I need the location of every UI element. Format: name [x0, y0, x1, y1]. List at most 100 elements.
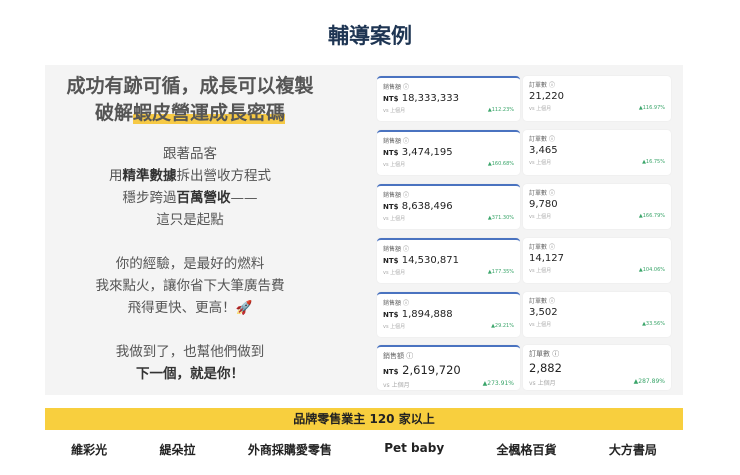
compare-label: vs 上個月 [529, 214, 552, 220]
sales-growth: ▲273.91% [482, 380, 514, 387]
text-segment: 這只是起點 [156, 212, 224, 228]
orders-growth: ▲33.56% [642, 321, 665, 327]
orders-label: 訂單數 ⓘ [529, 82, 555, 89]
orders-label: 訂單數 ⓘ [529, 298, 555, 305]
currency: NT$ [383, 203, 399, 211]
orders-growth: ▲166.79% [638, 213, 665, 219]
emphasis-text: 精準數據 [122, 168, 177, 184]
section-title: 輔導案例 [328, 24, 412, 48]
case-panel: 成功有跡可循，成長可以複製 破解蝦皮營運成長密碼 跟著品客用精準數據拆出營收方程… [45, 65, 683, 395]
compare-label: vs 上個月 [383, 382, 410, 389]
headline-line2: 破解蝦皮營運成長密碼 [45, 100, 335, 127]
compare-label: vs 上個月 [383, 270, 406, 276]
brand-name: Pet baby [384, 441, 445, 455]
text-segment: 用 [109, 168, 123, 184]
sales-value: NT$ 3,474,195 [383, 147, 453, 158]
text-segment: 拆出營收方程式 [176, 168, 272, 184]
compare-label: vs 上個月 [529, 268, 552, 274]
compare-label: vs 上個月 [529, 106, 552, 112]
text-segment: 穩步跨過 [122, 190, 177, 206]
info-icon: ⓘ [548, 244, 555, 251]
para1-line: 用精準數據拆出營收方程式 [45, 165, 335, 187]
orders-growth: ▲287.89% [633, 378, 665, 385]
orders-label: 訂單數 ⓘ [529, 136, 555, 143]
orders-card: 訂單數 ⓘ 3,502 vs 上個月 ▲33.56% [523, 292, 671, 337]
orders-card: 訂單數 ⓘ 2,882 vs 上個月 ▲287.89% [523, 345, 671, 390]
sales-value: NT$ 14,530,871 [383, 255, 459, 266]
sales-label: 銷售額 ⓘ [383, 138, 409, 145]
headline-line1: 成功有跡可循，成長可以複製 [66, 75, 314, 97]
info-icon: ⓘ [402, 192, 409, 199]
sales-value: NT$ 1,894,888 [383, 309, 453, 320]
para3-cta: 下一個，就是你！ [45, 363, 335, 385]
info-icon: ⓘ [548, 190, 555, 197]
compare-label: vs 上個月 [529, 322, 552, 328]
paragraph-1: 跟著品客 用精準數據拆出營收方程式 穩步跨過百萬營收—— 這只是起點 [45, 143, 335, 231]
headline-highlight: 蝦皮營運成長密碼 [133, 102, 286, 124]
orders-card: 訂單數 ⓘ 21,220 vs 上個月 ▲116.97% [523, 76, 671, 121]
currency: NT$ [383, 149, 399, 157]
info-icon: ⓘ [548, 136, 555, 143]
sales-growth: ▲112.23% [487, 107, 514, 113]
info-icon: ⓘ [548, 82, 555, 89]
sales-card: 銷售額 ⓘ NT$ 18,333,333 vs 上個月 ▲112.23% [377, 76, 520, 121]
orders-value: 2,882 [529, 361, 562, 375]
brand-name: 外商採購愛零售 [247, 443, 332, 457]
sales-card: 銷售額 ⓘ NT$ 2,619,720 vs 上個月 ▲273.91% [377, 345, 520, 390]
sales-value: NT$ 18,333,333 [383, 93, 459, 104]
orders-card: 訂單數 ⓘ 14,127 vs 上個月 ▲104.06% [523, 238, 671, 283]
sales-growth: ▲177.35% [487, 269, 514, 275]
para3-line: 我做到了，也幫他們做到 [115, 344, 265, 360]
orders-growth: ▲104.06% [638, 267, 665, 273]
orders-label: 訂單數 ⓘ [529, 244, 555, 251]
para1-line: 穩步跨過百萬營收—— [45, 187, 335, 209]
brand-list: 維彩光 緹朵拉 外商採購愛零售 Pet baby 全楓格百貨 大方書局 [45, 441, 683, 458]
orders-card: 訂單數 ⓘ 9,780 vs 上個月 ▲166.79% [523, 184, 671, 229]
sales-label: 銷售額 ⓘ [383, 352, 414, 360]
orders-card: 訂單數 ⓘ 3,465 vs 上個月 ▲16.75% [523, 130, 671, 175]
brand-name: 全楓格百貨 [496, 443, 557, 457]
orders-label: 訂單數 ⓘ [529, 190, 555, 197]
compare-label: vs 上個月 [383, 216, 406, 222]
orders-value: 3,502 [529, 307, 558, 318]
sales-label: 銷售額 ⓘ [383, 192, 409, 199]
compare-label: vs 上個月 [529, 160, 552, 166]
sales-label: 銷售額 ⓘ [383, 246, 409, 253]
info-icon: ⓘ [406, 352, 414, 360]
brand-count-banner: 品牌零售業主 120 家以上 [45, 408, 683, 430]
brand-name: 緹朵拉 [159, 443, 196, 457]
text-segment: 跟著品客 [163, 146, 217, 162]
sales-growth: ▲29.21% [491, 323, 514, 329]
compare-label: vs 上個月 [383, 324, 406, 330]
orders-value: 9,780 [529, 199, 558, 210]
headline-plain: 破解 [94, 102, 133, 124]
info-icon: ⓘ [548, 298, 555, 305]
sales-value: NT$ 8,638,496 [383, 201, 453, 212]
orders-value: 3,465 [529, 145, 558, 156]
orders-growth: ▲16.75% [642, 159, 665, 165]
info-icon: ⓘ [402, 300, 409, 307]
brand-name: 大方書局 [608, 443, 657, 457]
compare-label: vs 上個月 [383, 162, 406, 168]
compare-label: vs 上個月 [529, 380, 556, 387]
compare-label: vs 上個月 [383, 108, 406, 114]
para2-line: 飛得更快、更高！🚀 [127, 300, 253, 316]
orders-growth: ▲116.97% [638, 105, 665, 111]
info-icon: ⓘ [402, 246, 409, 253]
text-segment: —— [230, 190, 258, 206]
currency: NT$ [383, 311, 399, 319]
sales-value: NT$ 2,619,720 [383, 363, 461, 377]
cta-text: 下一個，就是你！ [136, 366, 244, 382]
currency: NT$ [383, 95, 399, 103]
info-icon: ⓘ [552, 350, 560, 358]
emphasis-text: 百萬營收 [176, 190, 231, 206]
info-icon: ⓘ [402, 138, 409, 145]
orders-label: 訂單數 ⓘ [529, 350, 560, 358]
sales-label: 銷售額 ⓘ [383, 300, 409, 307]
currency: NT$ [383, 368, 399, 376]
sales-card: 銷售額 ⓘ NT$ 1,894,888 vs 上個月 ▲29.21% [377, 292, 520, 337]
sales-label: 銷售額 ⓘ [383, 84, 409, 91]
para2-line: 我來點火，讓你省下大筆廣告費 [95, 278, 285, 294]
sales-growth: ▲371.30% [487, 215, 514, 221]
sales-card: 銷售額 ⓘ NT$ 8,638,496 vs 上個月 ▲371.30% [377, 184, 520, 229]
